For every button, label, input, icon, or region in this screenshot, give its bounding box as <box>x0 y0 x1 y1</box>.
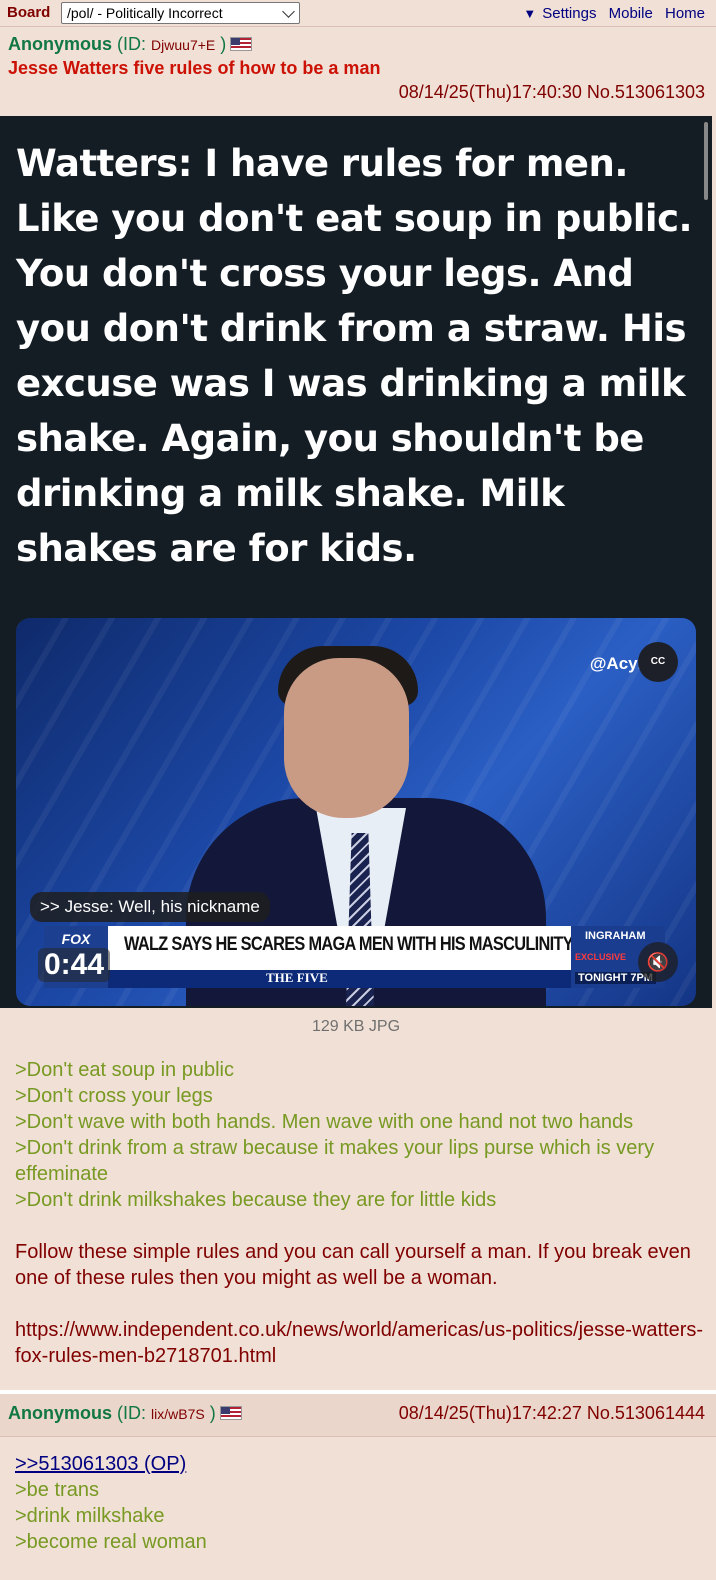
poster-id-suffix: ) <box>209 1403 216 1423</box>
poster-id-suffix: ) <box>220 34 227 54</box>
image-quote-text: Watters: I have rules for men. Like you … <box>16 142 693 570</box>
post-datetime-number[interactable]: 08/14/25(Thu)17:42:27 No.513061444 <box>399 1403 705 1424</box>
op-backlink[interactable]: >>513061303 (OP) <box>15 1451 207 1477</box>
greentext-line: >become real woman <box>15 1531 207 1553</box>
poster-name: Anonymous <box>8 34 113 54</box>
poster-name: Anonymous <box>8 1403 113 1423</box>
chevron-down-icon <box>282 5 295 18</box>
top-bar: Board /pol/ - Politically Incorrect ▼ Set… <box>0 0 716 27</box>
op-poster-info: Anonymous (ID: Djwuu7+E ) <box>8 34 253 55</box>
greentext-line: >Don't drink from a straw because it mak… <box>15 1137 655 1185</box>
board-select[interactable]: /pol/ - Politically Incorrect <box>61 2 300 24</box>
greentext-line: >Don't eat soup in public <box>15 1059 234 1081</box>
show-name: THE FIVE <box>266 970 328 985</box>
greentext-line: >be trans <box>15 1479 99 1501</box>
settings-arrow-icon[interactable]: ▼ <box>523 6 536 21</box>
anchor-head <box>284 658 409 818</box>
post-datetime-number[interactable]: 08/14/25(Thu)17:40:30 No.513061303 <box>399 82 705 103</box>
video-caption: >> Jesse: Well, his nickname <box>30 892 270 922</box>
us-flag-icon <box>230 37 253 51</box>
video-timecode: 0:44 <box>38 948 111 982</box>
mobile-link[interactable]: Mobile <box>609 5 653 22</box>
settings-link[interactable]: Settings <box>542 5 596 22</box>
post-image[interactable]: Watters: I have rules for men. Like you … <box>0 116 712 1008</box>
reply-post: Anonymous (ID: lix/wB7S ) 08/14/25(Thu)1… <box>0 1390 716 1580</box>
chyron-text: WALZ SAYS HE SCARES MAGA MEN WITH HIS MA… <box>124 934 574 955</box>
post-paragraph: Follow these simple rules and you can ca… <box>15 1241 691 1289</box>
closed-captions-icon: CC <box>638 642 678 682</box>
greentext-line: >Don't wave with both hands. Men wave wi… <box>15 1111 634 1133</box>
op-post-header: Anonymous (ID: Djwuu7+E ) Jesse Watters … <box>0 30 716 112</box>
mute-icon: 🔇 <box>638 942 678 982</box>
board-select-value: /pol/ - Politically Incorrect <box>67 5 223 21</box>
op-post-body: >Don't eat soup in public >Don't cross y… <box>15 1057 705 1369</box>
poster-id[interactable]: lix/wB7S <box>151 1406 205 1422</box>
post-url-text: https://www.independent.co.uk/news/world… <box>15 1319 704 1367</box>
post-subject: Jesse Watters five rules of how to be a … <box>8 58 381 78</box>
poster-id-prefix: (ID: <box>117 34 147 54</box>
greentext-line: >Don't cross your legs <box>15 1085 213 1107</box>
reply-poster-info: Anonymous (ID: lix/wB7S ) <box>8 1403 242 1424</box>
file-info: 129 KB JPG <box>311 1018 401 1035</box>
reply-header: Anonymous (ID: lix/wB7S ) 08/14/25(Thu)1… <box>0 1394 716 1437</box>
poster-id[interactable]: Djwuu7+E <box>151 37 215 53</box>
board-label: Board <box>7 4 51 21</box>
us-flag-icon <box>219 1406 242 1420</box>
greentext-line: >Don't drink milkshakes because they are… <box>15 1189 497 1211</box>
greentext-line: >drink milkshake <box>15 1505 165 1527</box>
poster-id-prefix: (ID: <box>117 1403 147 1423</box>
nav-links: ▼ Settings Mobile Home <box>515 5 705 22</box>
promo-show: INGRAHAM <box>585 930 646 942</box>
video-thumbnail: @Acyn CC >> Jesse: Well, his nickname WA… <box>16 618 696 1006</box>
home-link[interactable]: Home <box>665 5 705 22</box>
reply-body: >>513061303 (OP) >be trans >drink milksh… <box>15 1451 207 1555</box>
promo-sub: EXCLUSIVE <box>575 952 627 962</box>
